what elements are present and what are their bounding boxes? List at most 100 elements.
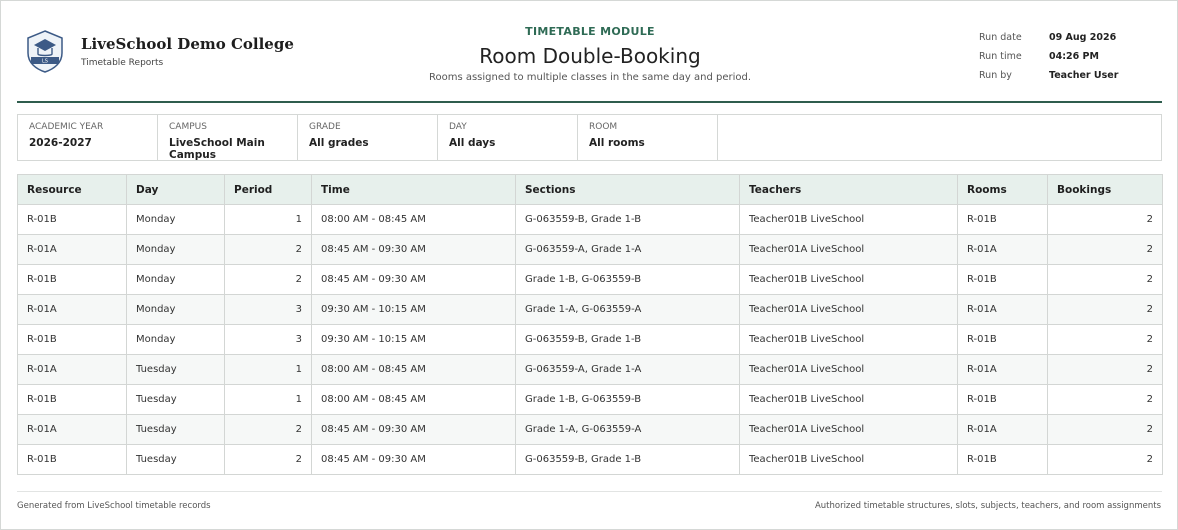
report-title-block: TIMETABLE MODULE Room Double-Booking Roo… bbox=[367, 25, 813, 83]
cell-resource: R-01B bbox=[17, 324, 127, 355]
filter-label: DAY bbox=[449, 122, 467, 132]
module-label: TIMETABLE MODULE bbox=[525, 25, 655, 38]
cell-sections: G-063559-A, Grade 1-A bbox=[515, 354, 740, 385]
cell-period: 1 bbox=[224, 354, 312, 385]
run-by-label: Run by bbox=[979, 70, 1012, 81]
cell-bookings: 2 bbox=[1047, 234, 1163, 265]
report-header: LS LiveSchool Demo College Timetable Rep… bbox=[17, 1, 1162, 103]
cell-sections: G-063559-A, Grade 1-A bbox=[515, 234, 740, 265]
cell-rooms: R-01A bbox=[957, 234, 1048, 265]
table-row: R-01B Monday 1 08:00 AM - 08:45 AM G-063… bbox=[17, 204, 1163, 235]
cell-bookings: 2 bbox=[1047, 444, 1163, 475]
filter-label: GRADE bbox=[309, 122, 341, 132]
cell-period: 3 bbox=[224, 324, 312, 355]
run-time-row: Run time 04:26 PM bbox=[979, 47, 1118, 66]
table-row: R-01A Monday 3 09:30 AM - 10:15 AM Grade… bbox=[17, 294, 1163, 325]
report-page: LS LiveSchool Demo College Timetable Rep… bbox=[0, 0, 1178, 530]
filter-value: LiveSchool Main Campus bbox=[169, 137, 265, 161]
column-header-day: Day bbox=[126, 174, 225, 205]
cell-sections: Grade 1-A, G-063559-A bbox=[515, 294, 740, 325]
cell-day: Monday bbox=[126, 294, 225, 325]
column-header-period: Period bbox=[224, 174, 312, 205]
run-date-label: Run date bbox=[979, 32, 1022, 43]
cell-teachers: Teacher01A LiveSchool bbox=[739, 294, 958, 325]
footer-divider bbox=[17, 491, 1162, 492]
table-row: R-01B Monday 2 08:45 AM - 09:30 AM Grade… bbox=[17, 264, 1163, 295]
cell-time: 08:00 AM - 08:45 AM bbox=[311, 204, 516, 235]
cell-rooms: R-01B bbox=[957, 384, 1048, 415]
double-booking-table: Resource Day Period Time Sections Teache… bbox=[17, 174, 1163, 475]
cell-teachers: Teacher01B LiveSchool bbox=[739, 324, 958, 355]
cell-bookings: 2 bbox=[1047, 354, 1163, 385]
run-info: Run date 09 Aug 2026 Run time 04:26 PM R… bbox=[979, 28, 1118, 85]
cell-day: Monday bbox=[126, 324, 225, 355]
cell-teachers: Teacher01B LiveSchool bbox=[739, 204, 958, 235]
filter-label: ACADEMIC YEAR bbox=[29, 122, 104, 132]
filter-label: CAMPUS bbox=[169, 122, 207, 132]
cell-bookings: 2 bbox=[1047, 384, 1163, 415]
cell-resource: R-01A bbox=[17, 234, 127, 265]
column-header-bookings: Bookings bbox=[1047, 174, 1163, 205]
cell-time: 08:45 AM - 09:30 AM bbox=[311, 234, 516, 265]
run-by-row: Run by Teacher User bbox=[979, 66, 1118, 85]
cell-period: 1 bbox=[224, 204, 312, 235]
cell-bookings: 2 bbox=[1047, 294, 1163, 325]
cell-sections: Grade 1-B, G-063559-B bbox=[515, 264, 740, 295]
column-header-sections: Sections bbox=[515, 174, 740, 205]
cell-time: 09:30 AM - 10:15 AM bbox=[311, 324, 516, 355]
cell-time: 08:45 AM - 09:30 AM bbox=[311, 414, 516, 445]
cell-rooms: R-01B bbox=[957, 324, 1048, 355]
cell-resource: R-01A bbox=[17, 294, 127, 325]
cell-rooms: R-01A bbox=[957, 414, 1048, 445]
cell-rooms: R-01A bbox=[957, 354, 1048, 385]
cell-sections: G-063559-B, Grade 1-B bbox=[515, 444, 740, 475]
cell-period: 2 bbox=[224, 234, 312, 265]
cell-sections: G-063559-B, Grade 1-B bbox=[515, 324, 740, 355]
filter-value: All grades bbox=[309, 137, 369, 149]
cell-day: Tuesday bbox=[126, 414, 225, 445]
cell-teachers: Teacher01B LiveSchool bbox=[739, 384, 958, 415]
cell-time: 09:30 AM - 10:15 AM bbox=[311, 294, 516, 325]
cell-rooms: R-01B bbox=[957, 444, 1048, 475]
table-header-row: Resource Day Period Time Sections Teache… bbox=[17, 174, 1163, 205]
filter-summary: ACADEMIC YEAR 2026-2027 CAMPUS LiveSchoo… bbox=[17, 114, 1162, 161]
cell-sections: Grade 1-A, G-063559-A bbox=[515, 414, 740, 445]
cell-day: Monday bbox=[126, 234, 225, 265]
cell-rooms: R-01B bbox=[957, 264, 1048, 295]
cell-period: 2 bbox=[224, 444, 312, 475]
cell-teachers: Teacher01A LiveSchool bbox=[739, 354, 958, 385]
school-crest-icon: LS bbox=[27, 30, 63, 73]
table-row: R-01B Monday 3 09:30 AM - 10:15 AM G-063… bbox=[17, 324, 1163, 355]
table-row: R-01A Tuesday 2 08:45 AM - 09:30 AM Grad… bbox=[17, 414, 1163, 445]
cell-resource: R-01B bbox=[17, 264, 127, 295]
cell-resource: R-01B bbox=[17, 444, 127, 475]
cell-teachers: Teacher01A LiveSchool bbox=[739, 234, 958, 265]
college-name: LiveSchool Demo College bbox=[81, 34, 294, 53]
column-header-teachers: Teachers bbox=[739, 174, 958, 205]
run-date-value: 09 Aug 2026 bbox=[1049, 32, 1117, 43]
footer-left-note: Generated from LiveSchool timetable reco… bbox=[17, 501, 211, 511]
table-row: R-01A Tuesday 1 08:00 AM - 08:45 AM G-06… bbox=[17, 354, 1163, 385]
cell-bookings: 2 bbox=[1047, 414, 1163, 445]
filter-grade: GRADE All grades bbox=[298, 115, 438, 160]
cell-time: 08:00 AM - 08:45 AM bbox=[311, 384, 516, 415]
cell-time: 08:45 AM - 09:30 AM bbox=[311, 264, 516, 295]
column-header-time: Time bbox=[311, 174, 516, 205]
cell-rooms: R-01B bbox=[957, 204, 1048, 235]
table-row: R-01A Monday 2 08:45 AM - 09:30 AM G-063… bbox=[17, 234, 1163, 265]
table-row: R-01B Tuesday 2 08:45 AM - 09:30 AM G-06… bbox=[17, 444, 1163, 475]
cell-day: Tuesday bbox=[126, 384, 225, 415]
filter-value: 2026-2027 bbox=[29, 137, 92, 149]
cell-teachers: Teacher01A LiveSchool bbox=[739, 414, 958, 445]
filter-campus: CAMPUS LiveSchool Main Campus bbox=[158, 115, 298, 161]
filter-day: DAY All days bbox=[438, 115, 578, 160]
page-title: Room Double-Booking bbox=[479, 44, 701, 68]
table-row: R-01B Tuesday 1 08:00 AM - 08:45 AM Grad… bbox=[17, 384, 1163, 415]
cell-day: Tuesday bbox=[126, 444, 225, 475]
cell-time: 08:45 AM - 09:30 AM bbox=[311, 444, 516, 475]
cell-day: Tuesday bbox=[126, 354, 225, 385]
filter-academic-year: ACADEMIC YEAR 2026-2027 bbox=[18, 115, 158, 160]
cell-day: Monday bbox=[126, 264, 225, 295]
cell-teachers: Teacher01B LiveSchool bbox=[739, 264, 958, 295]
cell-day: Monday bbox=[126, 204, 225, 235]
